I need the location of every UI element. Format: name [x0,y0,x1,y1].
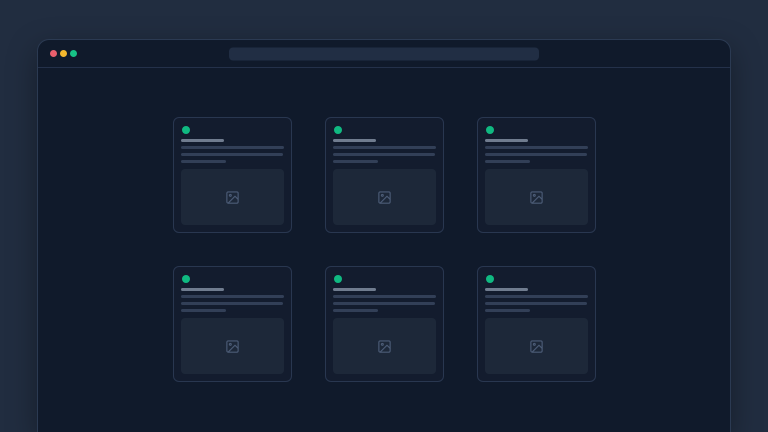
status-dot [182,275,190,283]
image-icon [377,190,392,205]
skeleton-text-line [333,302,435,305]
minimize-window-button[interactable] [60,50,67,57]
browser-window [37,39,731,432]
card[interactable] [477,117,596,233]
skeleton-text-line-short [485,309,530,312]
card[interactable] [173,266,292,382]
url-bar[interactable] [229,47,539,60]
image-placeholder [181,169,284,225]
skeleton-text-line-short [181,160,226,163]
image-icon [529,190,544,205]
status-dot [182,126,190,134]
status-dot [334,126,342,134]
image-icon [529,339,544,354]
browser-titlebar [38,40,730,68]
status-dot [334,275,342,283]
skeleton-text-line [181,153,283,156]
skeleton-text-line [485,146,588,149]
image-placeholder [485,318,588,374]
skeleton-title-bar [333,288,376,291]
skeleton-text-line [333,153,435,156]
skeleton-text-line-short [485,160,530,163]
skeleton-title-bar [181,288,224,291]
skeleton-text-line [333,146,436,149]
skeleton-title-bar [181,139,224,142]
zoom-window-button[interactable] [70,50,77,57]
skeleton-title-bar [485,139,528,142]
card[interactable] [173,117,292,233]
skeleton-text-line [485,302,587,305]
skeleton-text-line [181,295,284,298]
skeleton-text-line-short [181,309,226,312]
status-dot [486,126,494,134]
skeleton-text-line [485,295,588,298]
image-placeholder [181,318,284,374]
image-icon [225,339,240,354]
card[interactable] [325,117,444,233]
skeleton-text-line-short [333,309,378,312]
page-content [38,68,730,382]
card[interactable] [477,266,596,382]
skeleton-text-line-short [333,160,378,163]
image-placeholder [333,318,436,374]
skeleton-text-line [333,295,436,298]
skeleton-text-line [181,302,283,305]
image-icon [225,190,240,205]
status-dot [486,275,494,283]
desktop-background [0,0,768,432]
card[interactable] [325,266,444,382]
image-placeholder [333,169,436,225]
image-placeholder [485,169,588,225]
window-controls [50,50,77,57]
skeleton-text-line [485,153,587,156]
close-window-button[interactable] [50,50,57,57]
skeleton-title-bar [333,139,376,142]
skeleton-title-bar [485,288,528,291]
card-grid [38,117,730,382]
skeleton-text-line [181,146,284,149]
image-icon [377,339,392,354]
